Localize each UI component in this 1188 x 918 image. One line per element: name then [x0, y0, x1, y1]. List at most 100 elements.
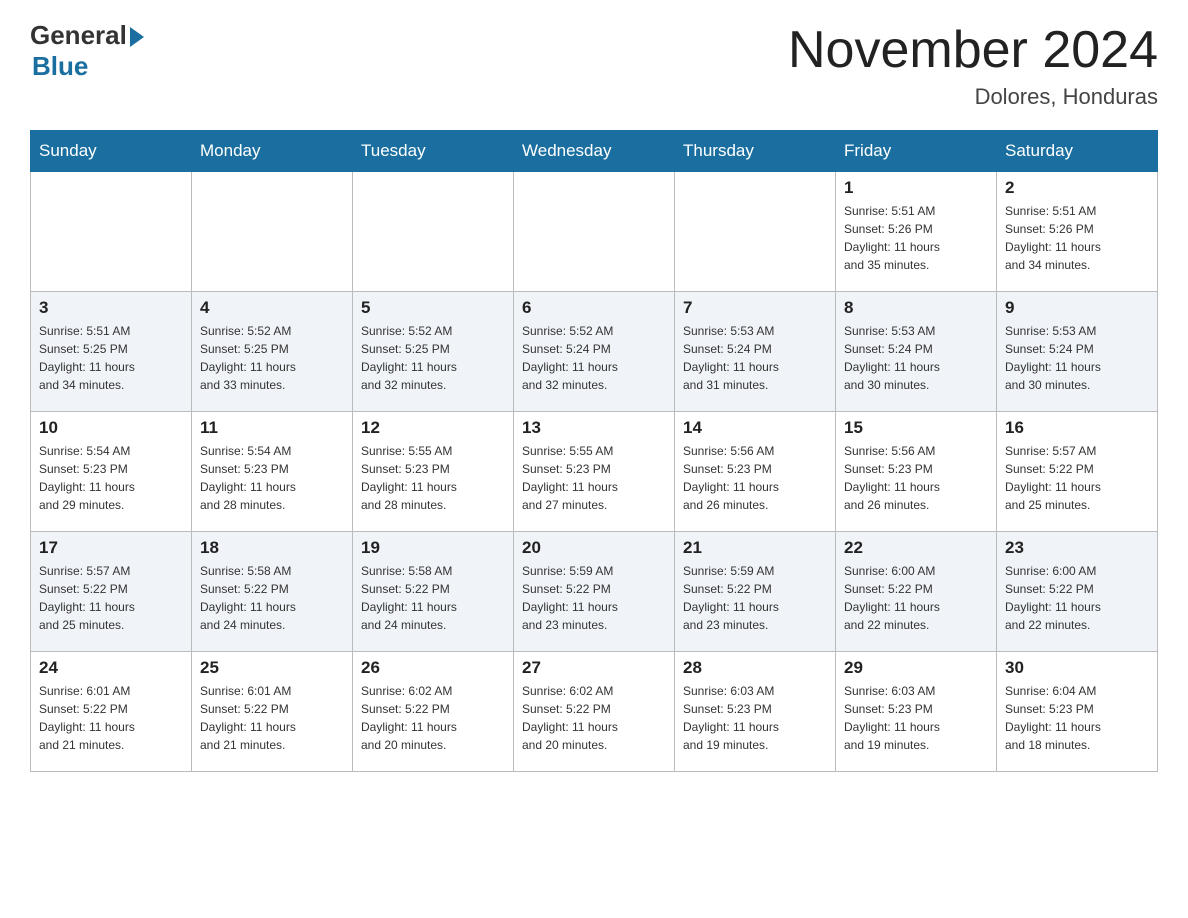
weekday-header-tuesday: Tuesday	[353, 131, 514, 172]
logo-arrow-icon	[130, 27, 144, 47]
calendar-cell: 30Sunrise: 6:04 AM Sunset: 5:23 PM Dayli…	[997, 652, 1158, 772]
weekday-header-row: SundayMondayTuesdayWednesdayThursdayFrid…	[31, 131, 1158, 172]
calendar-cell: 17Sunrise: 5:57 AM Sunset: 5:22 PM Dayli…	[31, 532, 192, 652]
calendar-header: SundayMondayTuesdayWednesdayThursdayFrid…	[31, 131, 1158, 172]
day-number: 29	[844, 658, 988, 678]
calendar-cell: 2 Sunrise: 5:51 AM Sunset: 5:26 PM Daylig…	[997, 172, 1158, 292]
day-info-text: Sunrise: 5:57 AM Sunset: 5:22 PM Dayligh…	[39, 562, 183, 634]
day-info-text: Sunrise: 6:02 AM Sunset: 5:22 PM Dayligh…	[361, 682, 505, 754]
calendar-cell: 12 Sunrise: 5:55 AM Sunset: 5:23 PM Dayli…	[353, 412, 514, 532]
day-number: 3	[39, 298, 183, 318]
day-info-text: Sunrise: 5:57 AM Sunset: 5:22 PM Dayligh…	[1005, 442, 1149, 514]
day-number: 5	[361, 298, 505, 318]
calendar-cell: 1 Sunrise: 5:51 AM Sunset: 5:26 PM Daylig…	[836, 172, 997, 292]
day-info-text: Sunrise: 5:55 AM Sunset: 5:23 PM Dayligh…	[522, 442, 666, 514]
calendar-week-row: 17Sunrise: 5:57 AM Sunset: 5:22 PM Dayli…	[31, 532, 1158, 652]
calendar-cell: 23 Sunrise: 6:00 AM Sunset: 5:22 PM Dayli…	[997, 532, 1158, 652]
day-number: 18	[200, 538, 344, 558]
day-info-text: Sunrise: 5:52 AM Sunset: 5:25 PM Dayligh…	[200, 322, 344, 394]
day-number: 27	[522, 658, 666, 678]
day-number: 21	[683, 538, 827, 558]
month-year-title: November 2024	[788, 20, 1158, 80]
day-info-text: Sunrise: 6:03 AM Sunset: 5:23 PM Dayligh…	[844, 682, 988, 754]
weekday-header-thursday: Thursday	[675, 131, 836, 172]
day-info-text: Sunrise: 6:00 AM Sunset: 5:22 PM Dayligh…	[1005, 562, 1149, 634]
day-info-text: Sunrise: 6:00 AM Sunset: 5:22 PM Dayligh…	[844, 562, 988, 634]
weekday-header-sunday: Sunday	[31, 131, 192, 172]
day-info-text: Sunrise: 6:03 AM Sunset: 5:23 PM Dayligh…	[683, 682, 827, 754]
day-info-text: Sunrise: 5:58 AM Sunset: 5:22 PM Dayligh…	[200, 562, 344, 634]
calendar-cell: 28 Sunrise: 6:03 AM Sunset: 5:23 PM Dayli…	[675, 652, 836, 772]
day-info-text: Sunrise: 5:52 AM Sunset: 5:24 PM Dayligh…	[522, 322, 666, 394]
calendar-cell: 16 Sunrise: 5:57 AM Sunset: 5:22 PM Dayli…	[997, 412, 1158, 532]
day-info-text: Sunrise: 5:56 AM Sunset: 5:23 PM Dayligh…	[683, 442, 827, 514]
day-info-text: Sunrise: 5:51 AM Sunset: 5:26 PM Dayligh…	[1005, 202, 1149, 274]
day-number: 24	[39, 658, 183, 678]
day-info-text: Sunrise: 6:01 AM Sunset: 5:22 PM Dayligh…	[39, 682, 183, 754]
weekday-header-friday: Friday	[836, 131, 997, 172]
calendar-cell: 3 Sunrise: 5:51 AM Sunset: 5:25 PM Daylig…	[31, 292, 192, 412]
day-info-text: Sunrise: 5:54 AM Sunset: 5:23 PM Dayligh…	[39, 442, 183, 514]
day-info-text: Sunrise: 5:59 AM Sunset: 5:22 PM Dayligh…	[683, 562, 827, 634]
calendar-cell: 29 Sunrise: 6:03 AM Sunset: 5:23 PM Dayli…	[836, 652, 997, 772]
weekday-header-monday: Monday	[192, 131, 353, 172]
calendar-cell	[31, 172, 192, 292]
calendar-cell	[353, 172, 514, 292]
day-number: 6	[522, 298, 666, 318]
day-number: 8	[844, 298, 988, 318]
location-subtitle: Dolores, Honduras	[788, 84, 1158, 110]
calendar-table: SundayMondayTuesdayWednesdayThursdayFrid…	[30, 130, 1158, 772]
day-number: 2	[1005, 178, 1149, 198]
day-info-text: Sunrise: 5:51 AM Sunset: 5:26 PM Dayligh…	[844, 202, 988, 274]
day-number: 1	[844, 178, 988, 198]
day-number: 13	[522, 418, 666, 438]
calendar-cell	[514, 172, 675, 292]
logo: General Blue	[30, 20, 144, 82]
calendar-cell: 25Sunrise: 6:01 AM Sunset: 5:22 PM Dayli…	[192, 652, 353, 772]
title-block: November 2024 Dolores, Honduras	[788, 20, 1158, 110]
calendar-cell: 15 Sunrise: 5:56 AM Sunset: 5:23 PM Dayli…	[836, 412, 997, 532]
day-number: 23	[1005, 538, 1149, 558]
day-number: 19	[361, 538, 505, 558]
day-number: 25	[200, 658, 344, 678]
page-header: General Blue November 2024 Dolores, Hond…	[30, 20, 1158, 110]
day-info-text: Sunrise: 5:55 AM Sunset: 5:23 PM Dayligh…	[361, 442, 505, 514]
day-info-text: Sunrise: 5:56 AM Sunset: 5:23 PM Dayligh…	[844, 442, 988, 514]
logo-general-text: General	[30, 20, 127, 51]
day-info-text: Sunrise: 5:52 AM Sunset: 5:25 PM Dayligh…	[361, 322, 505, 394]
day-number: 14	[683, 418, 827, 438]
day-info-text: Sunrise: 5:51 AM Sunset: 5:25 PM Dayligh…	[39, 322, 183, 394]
calendar-cell: 26 Sunrise: 6:02 AM Sunset: 5:22 PM Dayli…	[353, 652, 514, 772]
day-number: 30	[1005, 658, 1149, 678]
calendar-cell: 4 Sunrise: 5:52 AM Sunset: 5:25 PM Daylig…	[192, 292, 353, 412]
calendar-cell	[675, 172, 836, 292]
day-info-text: Sunrise: 5:58 AM Sunset: 5:22 PM Dayligh…	[361, 562, 505, 634]
calendar-cell: 11Sunrise: 5:54 AM Sunset: 5:23 PM Dayli…	[192, 412, 353, 532]
day-number: 22	[844, 538, 988, 558]
day-number: 20	[522, 538, 666, 558]
day-number: 26	[361, 658, 505, 678]
logo-blue-text: Blue	[32, 51, 88, 82]
day-number: 12	[361, 418, 505, 438]
calendar-cell	[192, 172, 353, 292]
day-number: 7	[683, 298, 827, 318]
calendar-week-row: 10Sunrise: 5:54 AM Sunset: 5:23 PM Dayli…	[31, 412, 1158, 532]
day-number: 16	[1005, 418, 1149, 438]
weekday-header-wednesday: Wednesday	[514, 131, 675, 172]
calendar-body: 1 Sunrise: 5:51 AM Sunset: 5:26 PM Daylig…	[31, 172, 1158, 772]
calendar-week-row: 24 Sunrise: 6:01 AM Sunset: 5:22 PM Dayli…	[31, 652, 1158, 772]
weekday-header-saturday: Saturday	[997, 131, 1158, 172]
day-number: 15	[844, 418, 988, 438]
calendar-cell: 7 Sunrise: 5:53 AM Sunset: 5:24 PM Daylig…	[675, 292, 836, 412]
day-number: 28	[683, 658, 827, 678]
day-number: 4	[200, 298, 344, 318]
day-info-text: Sunrise: 6:02 AM Sunset: 5:22 PM Dayligh…	[522, 682, 666, 754]
calendar-cell: 21 Sunrise: 5:59 AM Sunset: 5:22 PM Dayli…	[675, 532, 836, 652]
day-info-text: Sunrise: 5:59 AM Sunset: 5:22 PM Dayligh…	[522, 562, 666, 634]
day-info-text: Sunrise: 5:54 AM Sunset: 5:23 PM Dayligh…	[200, 442, 344, 514]
calendar-cell: 14 Sunrise: 5:56 AM Sunset: 5:23 PM Dayli…	[675, 412, 836, 532]
calendar-week-row: 3 Sunrise: 5:51 AM Sunset: 5:25 PM Daylig…	[31, 292, 1158, 412]
day-info-text: Sunrise: 5:53 AM Sunset: 5:24 PM Dayligh…	[683, 322, 827, 394]
calendar-cell: 10Sunrise: 5:54 AM Sunset: 5:23 PM Dayli…	[31, 412, 192, 532]
calendar-cell: 22 Sunrise: 6:00 AM Sunset: 5:22 PM Dayli…	[836, 532, 997, 652]
